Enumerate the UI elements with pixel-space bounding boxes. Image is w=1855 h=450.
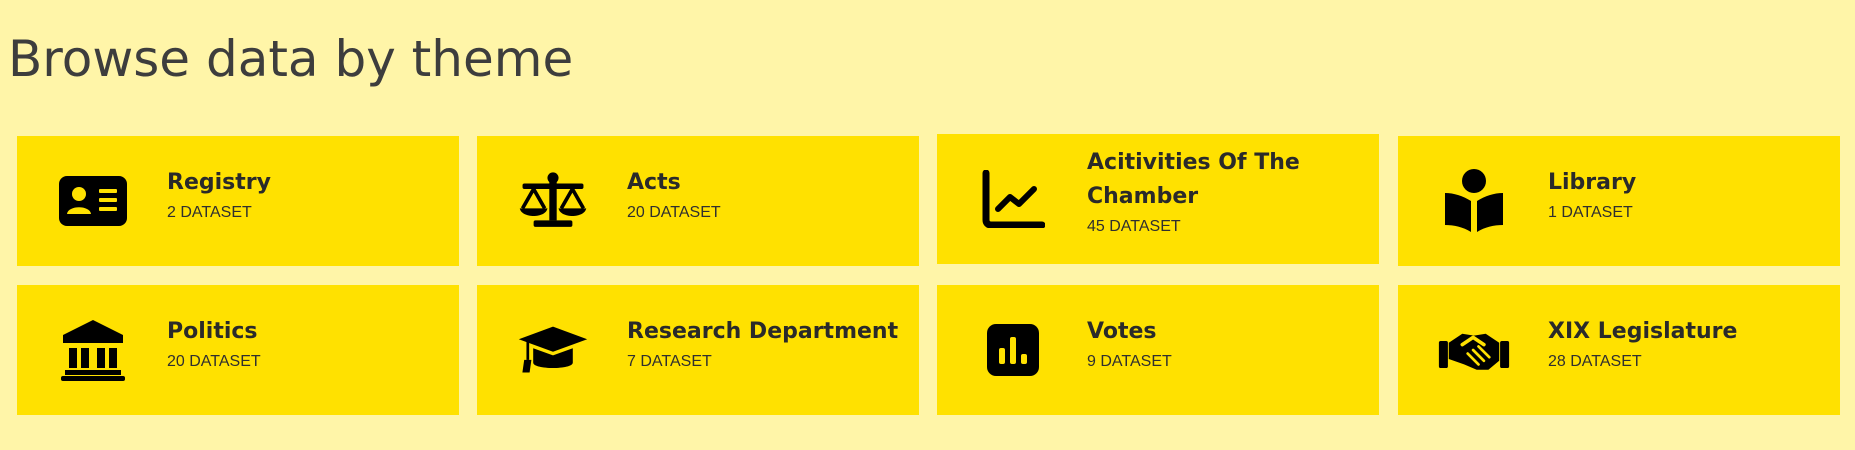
theme-card-research-department[interactable]: Research Department 7 DATASET [477, 285, 919, 415]
theme-title: Acitivities Of The Chamber [1087, 150, 1300, 209]
dataset-count: 20 DATASET [167, 353, 261, 370]
theme-card-activities-of-the-chamber[interactable]: Acitivities Of The Chamber 45 DATASET [937, 134, 1379, 264]
theme-title: XIX Legislature [1548, 319, 1738, 344]
theme-title: Registry [167, 170, 271, 195]
dataset-count: 20 DATASET [627, 204, 721, 221]
theme-title: Politics [167, 319, 258, 344]
theme-card-acts[interactable]: Acts 20 DATASET [477, 136, 919, 266]
dataset-count: 2 DATASET [167, 204, 252, 221]
line-chart-icon [977, 167, 1049, 231]
theme-card-politics[interactable]: Politics 20 DATASET [17, 285, 459, 415]
dataset-count: 45 DATASET [1087, 218, 1181, 235]
theme-card-registry[interactable]: Registry 2 DATASET [17, 136, 459, 266]
handshake-icon [1438, 318, 1510, 382]
theme-title: Acts [627, 170, 681, 195]
theme-card-votes[interactable]: Votes 9 DATASET [937, 285, 1379, 415]
page-title: Browse data by theme [8, 30, 574, 88]
landmark-icon [57, 318, 129, 382]
theme-card-xix-legislature[interactable]: XIX Legislature 28 DATASET [1398, 285, 1840, 415]
theme-title: Library [1548, 170, 1637, 195]
theme-card-library[interactable]: Library 1 DATASET [1398, 136, 1840, 266]
dataset-count: 9 DATASET [1087, 353, 1172, 370]
theme-title: Research Department [627, 319, 899, 344]
id-card-icon [57, 169, 129, 233]
scale-icon [517, 169, 589, 233]
dataset-count: 28 DATASET [1548, 353, 1642, 370]
dataset-count: 1 DATASET [1548, 204, 1633, 221]
bar-chart-icon [977, 318, 1049, 382]
reader-icon [1438, 169, 1510, 233]
theme-title: Votes [1087, 319, 1157, 344]
dataset-count: 7 DATASET [627, 353, 712, 370]
graduation-cap-icon [517, 318, 589, 382]
